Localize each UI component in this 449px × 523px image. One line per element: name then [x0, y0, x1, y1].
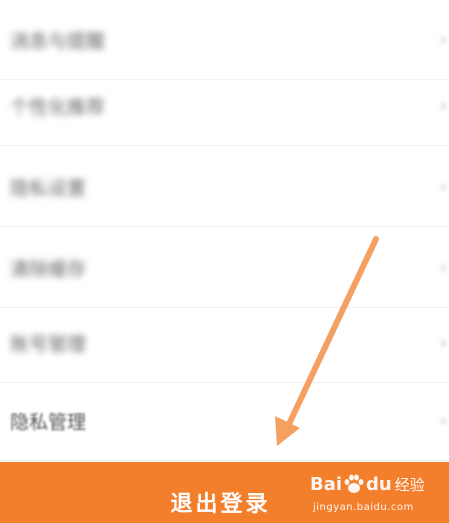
settings-item-label: 消息与提醒 [10, 30, 106, 52]
paw-icon [344, 474, 364, 493]
watermark-bai-text: Bai [310, 473, 343, 495]
app-screen: 消息与提醒 › 个性化推荐 › 隐私设置 › 清除缓存 › 账号管理 › 隐私管… [0, 0, 449, 523]
settings-item-label: 个性化推荐 [10, 96, 106, 118]
settings-item-label: 账号管理 [10, 333, 87, 355]
watermark-logo: Bai du 经验 [310, 473, 425, 495]
watermark-jingyan-text: 经验 [394, 475, 425, 494]
watermark-url: jingyan.baidu.com [313, 502, 414, 513]
chevron-right-icon: › [439, 95, 447, 116]
logout-label: 退出登录 [170, 490, 271, 517]
chevron-right-icon: › [439, 176, 447, 197]
settings-item-label: 清除缓存 [10, 258, 87, 280]
settings-item[interactable]: 清除缓存 › [0, 228, 449, 308]
baidu-jingyan-watermark: Bai du 经验 jingyan.baidu.com [310, 469, 445, 521]
settings-list: 消息与提醒 › 个性化推荐 › 隐私设置 › 清除缓存 › 账号管理 › 隐私管… [0, 0, 449, 462]
chevron-right-icon: › [439, 29, 447, 50]
settings-item[interactable]: 账号管理 › [0, 303, 449, 383]
watermark-du-text: du [366, 473, 392, 495]
chevron-right-icon: › [439, 332, 447, 353]
chevron-right-icon: › [439, 257, 447, 278]
chevron-right-icon: › [439, 410, 447, 431]
settings-item[interactable]: 隐私设置 › [0, 147, 449, 227]
settings-item-label: 隐私设置 [10, 177, 87, 199]
settings-item[interactable]: 隐私管理 › [0, 381, 449, 461]
settings-item[interactable]: 个性化推荐 › [0, 66, 449, 146]
settings-item-label: 隐私管理 [10, 411, 87, 433]
